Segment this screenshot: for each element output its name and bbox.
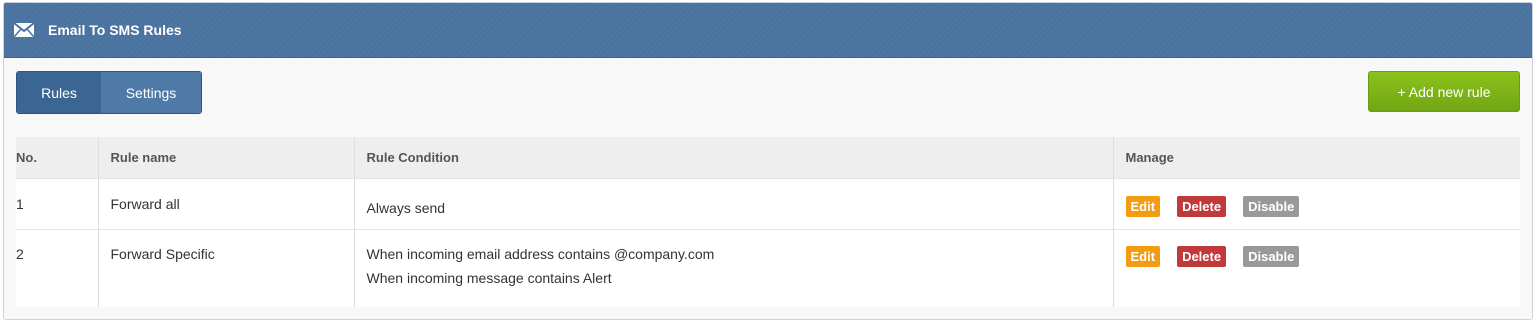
view-tabs: Rules Settings [16, 71, 202, 114]
email-to-sms-panel: Email To SMS Rules Rules Settings + Add … [3, 2, 1533, 320]
table-row: 2 Forward Specific When incoming email a… [16, 229, 1520, 307]
column-header-rule-condition: Rule Condition [354, 137, 1114, 178]
rule-number: 1 [16, 178, 99, 229]
manage-cell: Edit Delete Disable [1113, 229, 1520, 307]
panel-title: Email To SMS Rules [48, 22, 182, 38]
rule-condition: Always send [354, 178, 1114, 229]
edit-button[interactable]: Edit [1125, 195, 1161, 217]
rule-name: Forward all [98, 178, 355, 229]
table-row: 1 Forward all Always send Edit Delete Disa… [16, 178, 1520, 229]
rule-condition: When incoming email address contains @co… [354, 229, 1114, 307]
column-header-no: No. [16, 137, 99, 178]
add-new-rule-button[interactable]: + Add new rule [1368, 71, 1520, 112]
rules-table: No. Rule name Rule Condition Manage 1 Fo… [16, 137, 1520, 307]
delete-button[interactable]: Delete [1177, 195, 1227, 217]
edit-button[interactable]: Edit [1125, 245, 1161, 267]
disable-button[interactable]: Disable [1243, 195, 1300, 217]
condition-line: When incoming message contains Alert [366, 269, 612, 286]
delete-button[interactable]: Delete [1177, 245, 1227, 267]
table-header-row: No. Rule name Rule Condition Manage [16, 137, 1520, 178]
tab-settings[interactable]: Settings [101, 72, 201, 113]
tab-rules[interactable]: Rules [17, 72, 101, 113]
rule-name: Forward Specific [98, 229, 355, 307]
rule-number: 2 [16, 229, 99, 307]
condition-line: Always send [366, 199, 446, 216]
panel-header: Email To SMS Rules [4, 3, 1532, 58]
condition-line: When incoming email address contains @co… [366, 245, 715, 262]
disable-button[interactable]: Disable [1243, 245, 1300, 267]
column-header-manage: Manage [1125, 149, 1174, 165]
manage-cell: Edit Delete Disable [1113, 178, 1520, 229]
column-header-rule-name: Rule name [98, 137, 355, 178]
envelope-icon [13, 22, 35, 38]
